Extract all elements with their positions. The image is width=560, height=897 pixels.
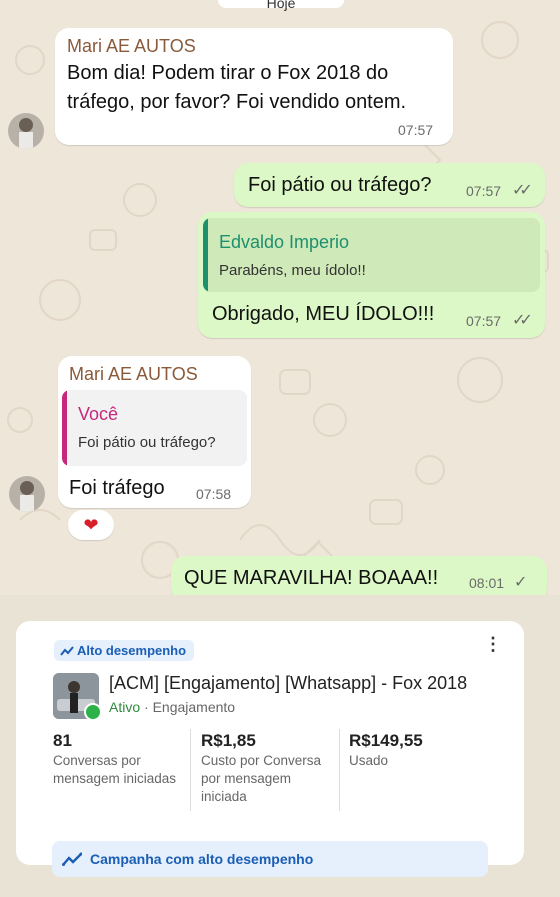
outgoing-message[interactable]: QUE MARAVILHA! BOAAA!! 08:01 ✓: [171, 556, 547, 595]
high-performance-badge: Alto desempenho: [54, 640, 195, 661]
message-text-line-1: Bom dia! Podem tirar o Fox 2018 do: [67, 62, 389, 84]
quote-author: Edvaldo Imperio: [219, 232, 350, 252]
date-pill-label: Hoje: [266, 0, 296, 11]
delivered-receipt-icon: ✓: [514, 574, 528, 591]
quote-bar: [62, 390, 67, 466]
incoming-reply-message[interactable]: Mari AE AUTOS Você Foi pátio ou tráfego?…: [58, 356, 251, 508]
objective-label: · Engajamento: [144, 699, 236, 715]
campaign-status: Ativo · Engajamento: [109, 699, 235, 715]
message-text: QUE MARAVILHA! BOAAA!!: [184, 567, 439, 589]
active-status-dot: [84, 703, 102, 721]
metric-label-line: iniciada: [201, 789, 247, 804]
quote-author: Você: [78, 404, 119, 424]
avatar[interactable]: [8, 113, 44, 149]
badge-label: Alto desempenho: [77, 643, 187, 658]
incoming-message[interactable]: Mari AE AUTOS Bom dia! Podem tirar o Fox…: [55, 28, 453, 145]
outgoing-message[interactable]: Foi pátio ou tráfego? 07:57 ✓✓: [234, 163, 545, 207]
chat-area[interactable]: Hoje Mari AE AUTOS Bom dia! Podem tirar …: [0, 0, 560, 595]
message-text-line-2: tráfego, por favor? Foi vendido ontem.: [67, 91, 407, 113]
quoted-message[interactable]: Edvaldo Imperio Parabéns, meu ídolo!!: [203, 218, 540, 292]
divider: [190, 729, 191, 811]
more-options-icon[interactable]: ⋮: [484, 635, 502, 653]
metric-label-line: por mensagem: [201, 771, 292, 786]
metric-label-line: Usado: [349, 753, 389, 768]
metric-label-line: Custo por Conversa: [201, 753, 322, 768]
metric-label-spent: Usado: [349, 752, 388, 770]
metric-label-conversations: Conversas por mensagem iniciadas: [53, 752, 176, 788]
metric-value-cost: R$1,85: [201, 731, 256, 750]
status-label: Ativo: [109, 699, 141, 715]
metric-label-cost: Custo por Conversa por mensagem iniciada: [201, 752, 321, 806]
metric-label-line: Conversas por: [53, 753, 141, 768]
avatar[interactable]: [9, 476, 45, 512]
sender-name: Mari AE AUTOS: [69, 364, 198, 384]
trend-up-icon: [62, 852, 82, 866]
message-text: Foi tráfego: [69, 477, 165, 499]
person-icon: [19, 118, 33, 149]
divider: [339, 729, 340, 811]
date-pill: Hoje: [218, 0, 344, 11]
message-text: Obrigado, MEU ÍDOLO!!!: [212, 303, 435, 325]
high-performance-banner[interactable]: Campanha com alto desempenho: [52, 841, 488, 877]
message-time: 08:01: [469, 575, 505, 591]
person-icon: [20, 481, 34, 512]
message-time: 07:58: [196, 486, 232, 502]
outgoing-reply-message[interactable]: Edvaldo Imperio Parabéns, meu ídolo!! Ob…: [198, 212, 545, 338]
read-receipt-icon: ✓✓: [512, 182, 533, 199]
trend-up-icon: [60, 646, 74, 656]
campaign-name[interactable]: [ACM] [Engajamento] [Whatsapp] - Fox 201…: [109, 673, 467, 694]
quote-bar: [203, 218, 208, 292]
message-time: 07:57: [466, 183, 502, 199]
message-text: Foi pátio ou tráfego?: [248, 174, 432, 196]
metric-value-conversations: 81: [53, 731, 72, 750]
message-time: 07:57: [398, 122, 434, 138]
quote-text: Parabéns, meu ídolo!!: [219, 262, 366, 279]
banner-label: Campanha com alto desempenho: [90, 851, 314, 867]
quoted-message[interactable]: Você Foi pátio ou tráfego?: [62, 390, 247, 466]
quote-text: Foi pátio ou tráfego?: [78, 434, 216, 451]
read-receipt-icon: ✓✓: [512, 312, 533, 329]
message-time: 07:57: [466, 313, 502, 329]
metric-value-spent: R$149,55: [349, 731, 423, 750]
metric-label-line: mensagem iniciadas: [53, 771, 177, 786]
campaign-card[interactable]: Alto desempenho ⋮ [ACM] [Engajamento] [W…: [16, 621, 524, 877]
heart-reaction-icon[interactable]: ❤: [68, 510, 114, 540]
sender-name: Mari AE AUTOS: [67, 36, 196, 56]
campaign-screenshot: Alto desempenho ⋮ [ACM] [Engajamento] [W…: [0, 595, 560, 897]
